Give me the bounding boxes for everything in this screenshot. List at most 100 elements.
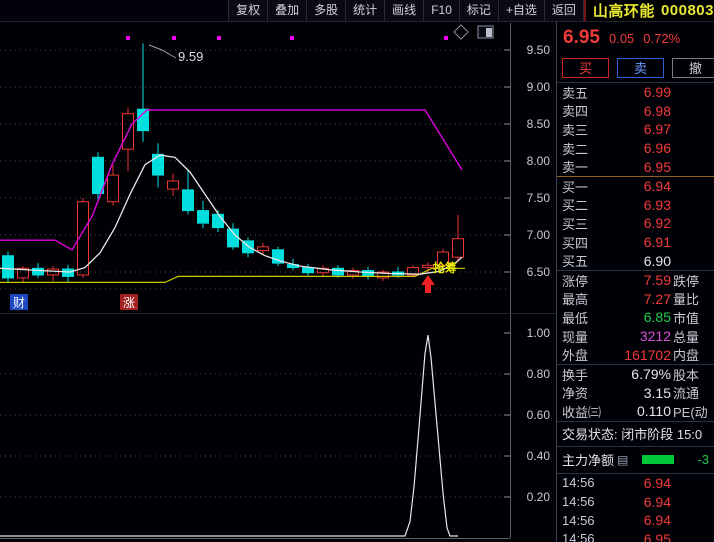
toolbar-item-5[interactable]: 画线 — [384, 0, 423, 21]
bid-row-1[interactable]: 买一 6.94 — [557, 177, 714, 196]
main-force-value: -3 — [697, 452, 709, 468]
bid-price: 6.93 — [643, 196, 671, 213]
price-axis-label: 7.50 — [527, 191, 551, 205]
stat-label2: 总量 — [673, 329, 700, 345]
ask-price: 6.99 — [643, 84, 671, 101]
toolbar-item-8[interactable]: +自选 — [497, 0, 544, 21]
stock-name: 山高环能 — [592, 3, 655, 20]
quote-panel: 6.95 0.05 0.72% 买 卖 撤 卖五 6.99 卖四 6.98 卖三 6.97… — [556, 22, 714, 542]
stock-title: 山高环能 000803 — [583, 0, 714, 21]
main-force-row: 主力净额 ▤ -3 — [557, 447, 714, 473]
price-axis-label: 6.50 — [527, 265, 551, 279]
toolbar-item-9[interactable]: 返回 — [543, 0, 584, 21]
ask-row-5[interactable]: 卖一 6.95 — [557, 157, 714, 176]
stat-value: 6.85 — [643, 309, 671, 326]
toolbar-item-2[interactable]: 叠加 — [267, 0, 306, 21]
candle-down — [152, 153, 164, 176]
price-axis-label: 7.00 — [527, 228, 551, 242]
ask-price: 6.96 — [643, 140, 671, 157]
bid-label: 买一 — [562, 179, 589, 195]
trading-status: 交易状态: 闭市阶段 15:0 — [562, 427, 703, 443]
ask-label: 卖三 — [562, 122, 589, 138]
candle-down — [92, 156, 104, 195]
ask-row-4[interactable]: 卖二 6.96 — [557, 139, 714, 158]
ask-row-1[interactable]: 卖五 6.99 — [557, 83, 714, 102]
stat-label: 最低 — [562, 310, 589, 326]
stat-label2: 市值 — [673, 310, 700, 326]
tick-row-4: 14:56 6.95 — [557, 529, 714, 542]
quote-row: 6.95 0.05 0.72% — [557, 22, 714, 54]
bid-row-4[interactable]: 买四 6.91 — [557, 233, 714, 252]
trade-buttons: 买 卖 撤 — [557, 54, 714, 82]
main-force-label: 主力净额 — [562, 453, 615, 469]
price-axis-label: 8.00 — [527, 154, 551, 168]
candle-down — [362, 270, 374, 277]
tick-time: 14:56 — [562, 512, 595, 528]
panel-toggle-icon-fill — [486, 28, 492, 37]
bid-label: 买四 — [562, 235, 589, 251]
time-sales-list: 14:56 6.94 14:56 6.94 14:56 6.94 14:56 6.95 — [557, 474, 714, 542]
stat-label2: 内盘 — [673, 348, 700, 364]
ask-label: 卖二 — [562, 141, 589, 157]
indicator-axis-label: 1.00 — [527, 326, 551, 340]
ask-price: 6.98 — [643, 102, 671, 119]
stat-label2: 跌停 — [673, 273, 700, 289]
toolbar-item-6[interactable]: F10 — [423, 0, 459, 21]
indicator-badge-label: 涨 — [123, 295, 135, 310]
marker-dot — [444, 36, 448, 40]
toolbar-spacer — [0, 0, 229, 21]
stat-label: 外盘 — [562, 348, 589, 364]
marker-dot — [126, 36, 130, 40]
toolbar-item-4[interactable]: 统计 — [345, 0, 384, 21]
chart-background — [0, 0, 556, 542]
candle-down — [197, 210, 209, 224]
main-force-bar — [642, 455, 675, 465]
marker-dot — [172, 36, 176, 40]
stat-label2: PE(动 — [673, 404, 708, 420]
signal-label: 抢筹 — [433, 260, 457, 275]
list-icon[interactable]: ▤ — [617, 453, 628, 467]
candle-down — [62, 268, 74, 277]
bid-label: 买五 — [562, 254, 589, 270]
stat-row: 外盘 161702 内盘 — [557, 345, 714, 364]
stat-label: 最高 — [562, 292, 589, 308]
candle-down — [302, 267, 314, 274]
bid-label: 买三 — [562, 216, 589, 232]
tick-row-2: 14:56 6.94 — [557, 492, 714, 511]
tick-time: 14:56 — [562, 531, 595, 542]
candle-down — [32, 267, 44, 276]
sell-button[interactable]: 卖 — [617, 58, 664, 78]
stat-value: 7.59 — [643, 272, 671, 289]
toolbar-item-1[interactable]: 复权 — [228, 0, 267, 21]
bid-label: 买二 — [562, 198, 589, 214]
stat-label: 现量 — [562, 329, 589, 345]
stat-row: 涨停 7.59 跌停 — [557, 271, 714, 290]
stats-group-2: 换手 6.79% 股本 净资 3.15 流通 收益㈢ 0.110 PE(动 — [557, 365, 714, 421]
tick-price: 6.94 — [643, 474, 671, 491]
stat-label2: 量比 — [673, 292, 700, 308]
stat-value: 0.110 — [637, 403, 671, 420]
stat-value: 6.79% — [631, 366, 671, 383]
toolbar-item-3[interactable]: 多股 — [306, 0, 345, 21]
tick-price: 6.95 — [643, 530, 671, 542]
bid-row-2[interactable]: 买二 6.93 — [557, 196, 714, 215]
candle-down — [332, 267, 344, 276]
ask-row-3[interactable]: 卖三 6.97 — [557, 120, 714, 139]
high-annotation: 9.59 — [178, 49, 203, 64]
cancel-order-button[interactable]: 撤 — [672, 58, 714, 78]
price-axis-label: 9.00 — [527, 80, 551, 94]
bid-row-5[interactable]: 买五 6.90 — [557, 251, 714, 270]
ask-row-2[interactable]: 卖四 6.98 — [557, 102, 714, 121]
ask-levels: 卖五 6.99 卖四 6.98 卖三 6.97 卖二 6.96 卖一 6.95 — [557, 83, 714, 176]
bid-levels: 买一 6.94 买二 6.93 买三 6.92 买四 6.91 买五 6.90 — [557, 177, 714, 270]
main-chart[interactable]: 9.50 9.00 8.50 8.00 7.50 7.00 6.50 1.00 0.80 0.60… — [0, 0, 556, 542]
indicator-axis-label: 0.40 — [527, 449, 551, 463]
buy-button[interactable]: 买 — [562, 58, 609, 78]
ask-price: 6.95 — [643, 158, 671, 175]
candle-down — [137, 108, 149, 132]
candle-down — [212, 213, 224, 229]
toolbar-item-7[interactable]: 标记 — [458, 0, 498, 21]
bid-row-3[interactable]: 买三 6.92 — [557, 214, 714, 233]
tick-row-3: 14:56 6.94 — [557, 511, 714, 530]
stat-label: 涨停 — [562, 273, 589, 289]
